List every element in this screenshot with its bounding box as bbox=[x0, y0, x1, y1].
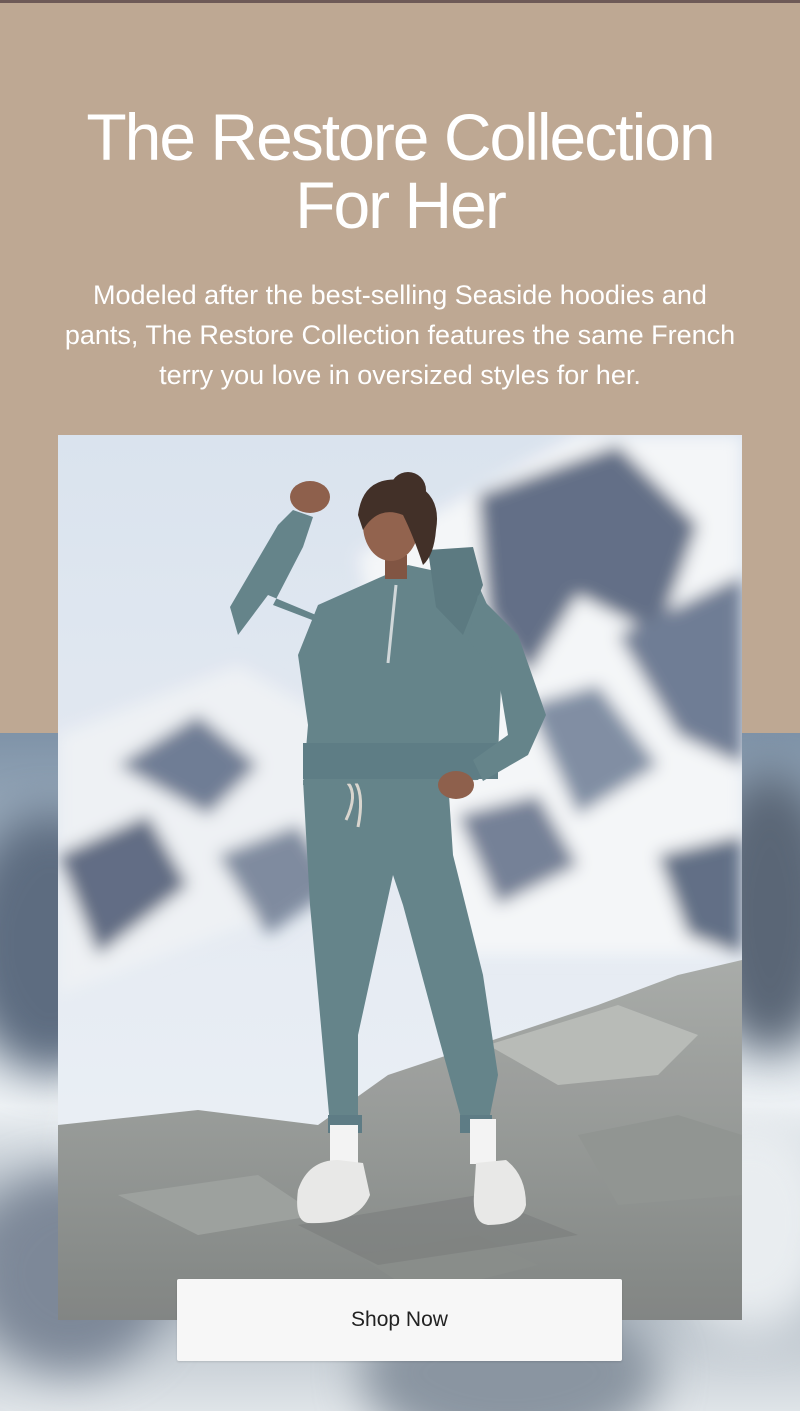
shop-now-button[interactable]: Shop Now bbox=[177, 1279, 622, 1361]
product-photo bbox=[58, 435, 742, 1320]
hero-title-line2: For Her bbox=[295, 168, 507, 242]
model-in-mountains-image bbox=[58, 435, 742, 1320]
hero-title-line1: The Restore Collection bbox=[86, 100, 715, 174]
hero-description: Modeled after the best-selling Seaside h… bbox=[64, 280, 736, 390]
hero-title: The Restore Collection For Her bbox=[40, 103, 760, 239]
